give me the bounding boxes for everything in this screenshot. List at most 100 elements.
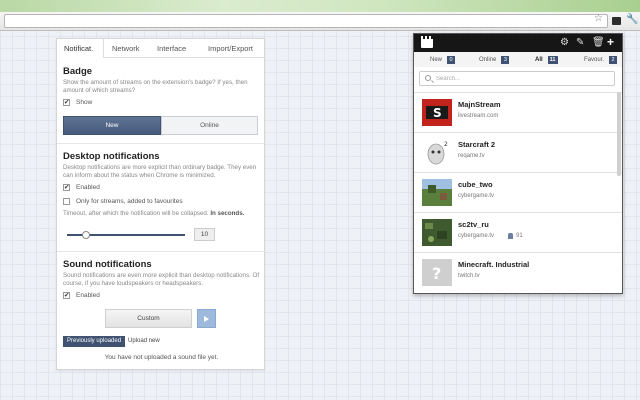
section-divider: [57, 251, 266, 252]
no-sound-message: You have not uploaded a sound file yet.: [104, 354, 219, 361]
extension-icon[interactable]: [612, 17, 621, 25]
previously-uploaded-tab[interactable]: Previously uploaded: [63, 336, 126, 347]
stream-thumbnail: [422, 219, 452, 246]
search-input[interactable]: [436, 73, 612, 84]
play-icon: [204, 315, 209, 322]
custom-sound-button[interactable]: Custom: [105, 309, 192, 328]
wrench-icon[interactable]: 🔧: [626, 14, 638, 26]
timeout-slider-handle[interactable]: [81, 231, 90, 239]
svg-text:S: S: [433, 106, 442, 120]
viewer-icon: [508, 233, 513, 239]
stream-name: cube_two: [458, 180, 493, 189]
viewer-count: 91: [508, 233, 523, 239]
stream-thumbnail: ?: [422, 259, 452, 286]
stream-item[interactable]: sc2tv_ru cybergame.tv 91: [414, 212, 622, 252]
streams-popup: ⚙ ✎ 🗑 + New 0 Online 3 All 11 Favour. 2: [413, 33, 623, 294]
badge-section: Badge Show the amount of streams on the …: [57, 66, 266, 106]
address-bar[interactable]: [4, 14, 608, 28]
sound-section: Sound notifications Sound notifications …: [57, 259, 266, 299]
filter-new-label: New: [430, 57, 443, 63]
strategy-game-icon: [422, 219, 452, 246]
clapperboard-icon: [421, 36, 433, 48]
stream-list-scrollbar[interactable]: [617, 92, 621, 176]
stream-site: livestream.com: [458, 113, 499, 119]
popup-toolbar: ⚙ ✎ 🗑 +: [414, 34, 622, 52]
section-divider: [57, 143, 266, 144]
favourites-only-row[interactable]: Only for streams, added to favourites: [63, 198, 260, 205]
starcraft-avatar-icon: 2: [422, 139, 452, 166]
options-tabs: Notificat. Network Interface Import/Expo…: [57, 39, 264, 58]
search-icon: [425, 75, 431, 81]
desktop-description: Desktop notifications are more explicit …: [63, 164, 257, 179]
stream-item[interactable]: ? Minecraft. Industrial twitch.tv: [414, 252, 622, 292]
timeout-value-field[interactable]: 10: [194, 228, 215, 241]
svg-text:2: 2: [444, 141, 448, 148]
options-panel: Notificat. Network Interface Import/Expo…: [56, 38, 266, 370]
desktop-enabled-row[interactable]: Enabled: [63, 183, 260, 191]
timeout-description: Timeout, after which the notification wi…: [63, 210, 260, 218]
filter-favourites[interactable]: Favour. 2: [584, 56, 618, 64]
stream-thumbnail: [422, 179, 452, 206]
sound-enabled-checkbox[interactable]: [63, 291, 70, 299]
minecraft-scene-icon: [422, 179, 452, 206]
sound-title: Sound notifications: [63, 259, 152, 270]
stream-name: Starcraft 2: [458, 140, 496, 149]
tab-interface[interactable]: Interface: [157, 44, 186, 53]
tab-import-export[interactable]: Import/Export: [208, 44, 253, 53]
stream-site: cybergame.tv: [458, 193, 495, 199]
stream-item[interactable]: cube_two cybergame.tv: [414, 172, 622, 212]
filter-new[interactable]: New 0: [430, 56, 456, 64]
play-sound-button[interactable]: [197, 309, 216, 328]
tab-network[interactable]: Network: [112, 44, 140, 53]
desktop-enabled-checkbox[interactable]: [63, 183, 70, 191]
stream-item[interactable]: 2 Starcraft 2 reqame.tv: [414, 132, 622, 172]
gear-icon[interactable]: ⚙: [560, 37, 569, 48]
badge-new-button[interactable]: New: [63, 116, 161, 135]
stream-thumbnail: S: [422, 99, 452, 126]
sound-enabled-row[interactable]: Enabled: [63, 291, 260, 299]
stream-name: MajnStream: [458, 100, 501, 109]
timeout-label: Timeout, after which the notification wi…: [63, 210, 209, 217]
filter-row: New 0 Online 3 All 11 Favour. 2: [414, 52, 622, 67]
desktop-title: Desktop notifications: [63, 151, 160, 162]
tab-notifications[interactable]: Notificat.: [64, 44, 93, 53]
trash-icon[interactable]: 🗑: [592, 37, 605, 48]
badge-description: Show the amount of streams on the extens…: [63, 79, 248, 94]
filter-favourites-label: Favour.: [584, 57, 605, 63]
badge-show-row[interactable]: Show: [63, 98, 260, 106]
upload-new-tab[interactable]: Upload new: [128, 338, 160, 344]
browser-toolbar: ☆ 🔧: [0, 12, 640, 31]
desktop-enabled-label: Enabled: [76, 184, 100, 191]
stream-name: Minecraft. Industrial: [458, 260, 530, 269]
filter-favourites-count: 2: [609, 56, 618, 64]
favourites-only-checkbox[interactable]: [63, 198, 70, 205]
filter-all[interactable]: All 11: [535, 56, 558, 64]
badge-title: Badge: [63, 66, 93, 77]
sound-enabled-label: Enabled: [76, 292, 100, 299]
filter-new-count: 0: [447, 56, 456, 64]
sound-description: Sound notifications are even more explic…: [63, 272, 260, 287]
filter-all-label: All: [535, 57, 543, 63]
star-icon[interactable]: ☆: [594, 13, 603, 25]
stream-thumbnail: 2: [422, 139, 452, 166]
placeholder-image-icon: ?: [422, 259, 452, 286]
filter-online-count: 3: [501, 56, 510, 64]
stream-item[interactable]: S MajnStream livestream.com: [414, 92, 622, 132]
search-box[interactable]: [419, 71, 615, 86]
stream-name: sc2tv_ru: [458, 220, 489, 229]
badge-show-checkbox[interactable]: [63, 98, 70, 106]
viewer-count-value: 91: [516, 233, 523, 239]
svg-text:?: ?: [432, 264, 441, 283]
livestream-logo-icon: S: [422, 99, 452, 126]
filter-all-count: 11: [547, 56, 558, 64]
filter-online-label: Online: [479, 57, 497, 63]
stream-site: reqame.tv: [458, 153, 485, 159]
desktop-section: Desktop notifications Desktop notificati…: [57, 151, 266, 218]
filter-online[interactable]: Online 3: [479, 56, 510, 64]
plus-icon[interactable]: +: [607, 36, 614, 48]
badge-online-button[interactable]: Online: [161, 116, 258, 135]
stream-site: cybergame.tv: [458, 233, 495, 239]
pencil-icon[interactable]: ✎: [576, 37, 584, 48]
window-titlebar: [0, 0, 640, 12]
stream-site: twitch.tv: [458, 273, 480, 279]
